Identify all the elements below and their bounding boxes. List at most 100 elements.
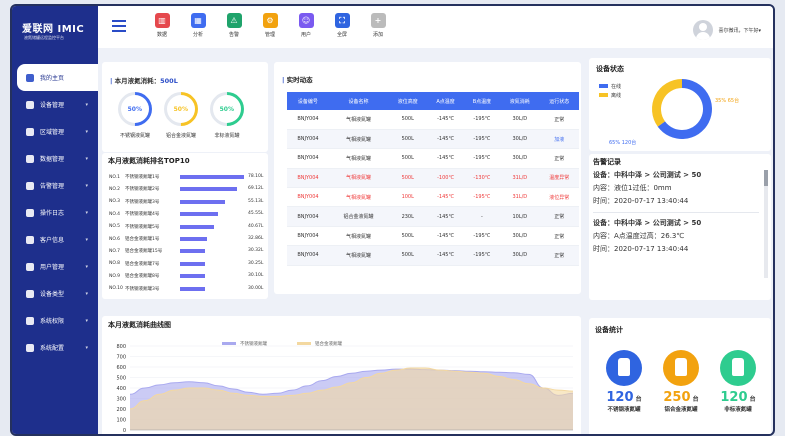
table-row[interactable]: BNJY004 气相液氮罐 500L -145℃ -195℃ 30L/D 正常 bbox=[287, 110, 579, 130]
table-row[interactable]: BNJY004 气相液氮罐 500L -145℃ -195℃ 30L/D 正常 bbox=[287, 245, 579, 266]
table-cell: -195℃ bbox=[463, 226, 501, 247]
alarm-item[interactable]: 设备：中科中泽 > 公司测试 > 50 内容：A点温度过高：26.3℃ 时间：202… bbox=[593, 217, 759, 256]
toolbar-analysis-button[interactable]: ▦ 分析 bbox=[180, 13, 216, 38]
toolbar-manage-button[interactable]: ⚙ 管理 bbox=[252, 13, 288, 38]
sidebar-item-0[interactable]: 我的主页 bbox=[17, 64, 98, 91]
top10-value: 30.10L bbox=[248, 273, 264, 279]
toolbar-label: 数据 bbox=[156, 32, 167, 38]
realtime-table: 设备编号 设备名称 液位高度 A点温度 B点温度 液氮消耗 运行状态 BNJY004 气相液氮… bbox=[287, 92, 579, 266]
table-row[interactable]: BNJY004 气相液氮罐 500L -145℃ -195℃ 30L/D 加液 bbox=[287, 129, 579, 150]
top10-value: 30.00L bbox=[248, 285, 264, 291]
user-greeting[interactable]: 喜尔微讯，下午好▾ bbox=[718, 27, 761, 34]
gauge-ring: 50% bbox=[110, 84, 160, 134]
stat-unit: 台 bbox=[690, 396, 699, 403]
top10-bar bbox=[180, 274, 205, 279]
table-cell: 正常 bbox=[539, 148, 579, 169]
nav-icon bbox=[26, 154, 34, 163]
table-cell: 铝合金液氮罐 bbox=[328, 206, 389, 227]
sidebar-item-3[interactable]: 数据管理 ▾ bbox=[12, 145, 98, 172]
sidebar-item-6[interactable]: 客户信息 ▾ bbox=[12, 226, 98, 253]
brand-logo: 爱联网 IMIC 液氮储罐远程监控平台 bbox=[12, 6, 98, 58]
top10-name: 铝合金液氮罐1号 bbox=[125, 237, 160, 242]
top10-name: 不锈钢液氮罐5号 bbox=[125, 224, 160, 230]
toolbar-user-button[interactable]: ☺ 用户 bbox=[288, 13, 324, 38]
table-row[interactable]: BNJY004 气相液氮罐 100L -145℃ -195℃ 31L/D 液位异常 bbox=[287, 187, 579, 208]
top10-bar bbox=[180, 286, 205, 291]
table-cell: 30L/D bbox=[500, 148, 540, 169]
table-cell: 30L/D bbox=[500, 226, 540, 247]
table-cell: 230L bbox=[388, 206, 428, 227]
sidebar-item-label: 客户信息 bbox=[40, 237, 65, 244]
menu-toggle-icon[interactable] bbox=[112, 20, 126, 32]
bottle-shape bbox=[732, 358, 744, 376]
table-cell: -130℃ bbox=[463, 168, 501, 189]
toolbar-add-button[interactable]: + 添加 bbox=[360, 13, 396, 38]
table-row[interactable]: BNJY004 铝合金液氮罐 230L -145℃ -10L/D 正常 bbox=[287, 206, 579, 227]
table-cell: 31L/D bbox=[500, 168, 540, 189]
chevron-down-icon: ▾ bbox=[85, 263, 88, 270]
table-row[interactable]: BNJY004 气相液氮罐 500L -145℃ -195℃ 30L/D 正常 bbox=[287, 226, 579, 247]
sidebar-item-8[interactable]: 设备类型 ▾ bbox=[12, 280, 98, 307]
alarm-item[interactable]: 设备：中科中泽 > 公司测试 > 50 内容：液位1过低：0mm 时间：2020-0… bbox=[593, 169, 759, 208]
chevron-down-icon: ▾ bbox=[85, 128, 88, 135]
toolbar-data-button[interactable]: ▥ 数据 bbox=[144, 13, 180, 38]
top10-rank: NO.5 bbox=[109, 224, 121, 230]
sidebar-item-4[interactable]: 告警管理 ▾ bbox=[12, 172, 98, 199]
fullscreen-icon: ⛶ bbox=[334, 13, 350, 28]
sidebar-item-9[interactable]: 系统权限 ▾ bbox=[12, 307, 98, 334]
top10-value: 78.10L bbox=[248, 174, 264, 179]
table-cell: -145℃ bbox=[427, 206, 464, 227]
sidebar-item-5[interactable]: 操作日志 ▾ bbox=[12, 199, 98, 226]
device-stats-title: 设备统计 bbox=[595, 326, 623, 334]
sidebar-item-1[interactable]: 设备管理 ▾ bbox=[12, 91, 98, 118]
table-header-row: 设备编号 设备名称 液位高度 A点温度 B点温度 液氮消耗 运行状态 bbox=[287, 92, 579, 110]
table-cell: 500L bbox=[388, 110, 428, 130]
avatar[interactable] bbox=[693, 20, 714, 40]
y-tick-label: 400 bbox=[116, 386, 126, 392]
column-header: 设备编号 bbox=[287, 92, 329, 110]
sidebar-item-10[interactable]: 系统配置 ▾ bbox=[12, 334, 98, 361]
table-row[interactable]: BNJY004 气相液氮罐 500L -100℃ -130℃ 31L/D 温度异常 bbox=[287, 168, 579, 189]
table-cell: 10L/D bbox=[500, 206, 540, 227]
nav-icon bbox=[26, 235, 34, 244]
gauge-label: 非标液氮罐 bbox=[214, 133, 240, 139]
top10-bar bbox=[180, 187, 238, 192]
toolbar-label: 用户 bbox=[300, 32, 311, 38]
top10-bar bbox=[180, 224, 214, 229]
table-cell: 500L bbox=[388, 148, 428, 169]
top10-name: 铝合金液氮罐7号 bbox=[125, 261, 160, 267]
column-header: A点温度 bbox=[427, 92, 464, 110]
curve-chart-panel: 本月液氮消耗曲线图 01002003004005006007008001日2日3… bbox=[102, 316, 581, 434]
table-cell: 气相液氮罐 bbox=[328, 245, 389, 266]
sidebar-item-label: 用户管理 bbox=[40, 264, 65, 271]
user-menu[interactable]: 喜尔微讯，下午好▾ bbox=[693, 20, 761, 40]
top10-title: 本月液氮消耗排名TOP10 bbox=[108, 157, 190, 165]
toolbar-alarm-button[interactable]: ⚠ 告警 bbox=[216, 13, 252, 38]
alarm-scrollbar[interactable] bbox=[764, 170, 768, 278]
top10-rank: NO.8 bbox=[109, 261, 121, 267]
nav-icon bbox=[26, 73, 34, 82]
scrollbar-thumb[interactable] bbox=[764, 170, 768, 186]
top10-bar bbox=[180, 199, 226, 204]
toolbar-fullscreen-button[interactable]: ⛶ 全屏 bbox=[324, 13, 360, 38]
toolbar-label: 管理 bbox=[264, 32, 275, 38]
table-cell: 30L/D bbox=[500, 110, 540, 130]
sidebar-item-7[interactable]: 用户管理 ▾ bbox=[12, 253, 98, 280]
sidebar-item-2[interactable]: 区域管理 ▾ bbox=[12, 118, 98, 145]
alarm-time: 时间：2020-07-17 13:40:44 bbox=[593, 197, 689, 205]
legend-swatch bbox=[222, 342, 236, 345]
table-cell: -195℃ bbox=[463, 110, 501, 130]
stat-count: 250 bbox=[663, 390, 691, 405]
donut-label: 65% 120台 bbox=[609, 139, 636, 146]
table-row[interactable]: BNJY004 气相液氮罐 500L -145℃ -195℃ 30L/D 正常 bbox=[287, 148, 579, 169]
stat-label: 非标液氮罐 bbox=[724, 407, 752, 413]
chevron-down-icon: ▾ bbox=[85, 182, 88, 189]
table-cell: 500L bbox=[388, 129, 428, 150]
app-window: 爱联网 IMIC 液氮储罐远程监控平台 ▥ 数据 ▦ 分析 ⚠ 告警 ⚙ 管理 ☺ 用户 ⛶ 全屏 + 添… bbox=[10, 4, 775, 436]
realtime-panel: | 实时动态 设备编号 设备名称 液位高度 A点温度 B点温度 液氮消耗 运行状态 BNJY… bbox=[274, 62, 581, 294]
top10-name: 不锈钢液氮罐1号 bbox=[125, 175, 160, 180]
top10-rank: NO.7 bbox=[109, 248, 121, 254]
top10-value: 40.67L bbox=[248, 223, 264, 229]
sidebar-item-label: 数据管理 bbox=[40, 156, 65, 163]
stat-count-row: 120 台 bbox=[713, 390, 763, 405]
